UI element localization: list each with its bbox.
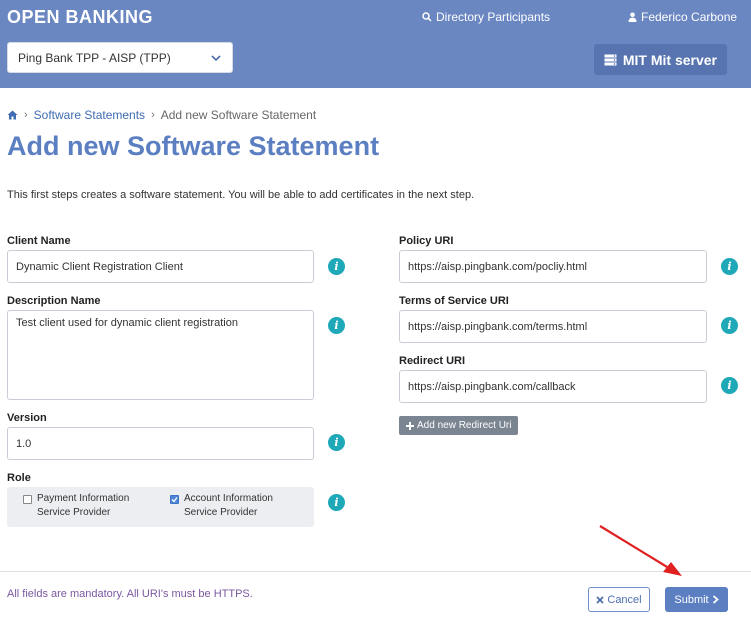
search-icon [422,12,432,22]
policy-uri-input[interactable]: https://aisp.pingbank.com/pocliy.html [399,250,707,283]
role-option-payment[interactable]: Payment Information Service Provider [23,492,129,520]
checkbox-account[interactable] [170,495,179,504]
breadcrumb-separator: › [151,109,155,121]
policy-uri-label: Policy URI [399,235,454,247]
user-icon [628,12,637,22]
terms-uri-label: Terms of Service URI [399,295,509,307]
info-icon[interactable]: i [328,434,345,451]
redirect-uri-label: Redirect URI [399,355,466,367]
intro-text: This first steps creates a software stat… [7,189,475,201]
version-label: Version [7,412,47,424]
info-icon[interactable]: i [328,494,345,511]
directory-participants-link[interactable]: Directory Participants [422,10,550,24]
info-icon[interactable]: i [721,317,738,334]
role-option-text: Account Information Service Provider [184,492,273,520]
chevron-right-icon [712,595,719,604]
organisation-select[interactable]: Ping Bank TPP - AISP (TPP) [7,42,233,73]
info-icon[interactable]: i [721,377,738,394]
client-name-label: Client Name [7,235,71,247]
version-input[interactable]: 1.0 [7,427,314,460]
role-option-text: Payment Information Service Provider [37,492,129,520]
close-icon [596,595,605,604]
terms-uri-input[interactable]: https://aisp.pingbank.com/terms.html [399,310,707,343]
add-redirect-uri-label: Add new Redirect Uri [417,420,512,431]
plus-icon [406,421,414,430]
checkbox-payment[interactable] [23,495,32,504]
breadcrumb-software-statements[interactable]: Software Statements [34,108,145,122]
server-button-label: MIT Mit server [622,51,717,68]
description-label: Description Name [7,295,101,307]
role-option-line: Service Provider [37,507,111,518]
organisation-select-value: Ping Bank TPP - AISP (TPP) [18,50,171,65]
info-icon[interactable]: i [328,258,345,275]
breadcrumb-current: Add new Software Statement [160,108,317,122]
role-option-line: Payment Information [37,493,130,504]
home-icon[interactable] [7,110,18,120]
top-header: OPEN BANKING Directory Participants Fede… [0,0,751,88]
role-option-line: Service Provider [184,507,258,518]
annotation-arrow [599,525,682,576]
description-textarea[interactable]: Test client used for dynamic client regi… [7,310,314,400]
user-name-label: Federico Carbone [641,10,738,24]
info-icon[interactable]: i [328,317,345,334]
chevron-down-icon [211,55,221,62]
submit-button-label: Submit [674,593,709,606]
add-redirect-uri-button[interactable]: Add new Redirect Uri [399,416,519,435]
role-option-account[interactable]: Account Information Service Provider [170,492,273,520]
user-menu[interactable]: Federico Carbone [628,10,737,24]
cancel-button[interactable]: Cancel [588,587,650,612]
redirect-uri-input[interactable]: https://aisp.pingbank.com/callback [399,370,707,403]
page-title: Add new Software Statement [7,131,380,161]
footer-note: All fields are mandatory. All URI's must… [7,588,253,600]
breadcrumb-separator: › [24,109,28,121]
cancel-button-label: Cancel [607,593,642,606]
client-name-input[interactable]: Dynamic Client Registration Client [7,250,314,283]
info-icon[interactable]: i [721,258,738,275]
server-icon [604,54,617,65]
directory-participants-label: Directory Participants [436,10,551,24]
check-icon [171,497,178,503]
breadcrumb: › Software Statements › Add new Software… [7,108,316,122]
role-options: Payment Information Service Provider Acc… [7,487,314,527]
submit-button[interactable]: Submit [665,587,728,612]
brand-logo[interactable]: OPEN BANKING [7,7,153,28]
role-label: Role [7,472,31,484]
role-option-line: Account Information [184,493,273,504]
server-button[interactable]: MIT Mit server [593,44,727,75]
